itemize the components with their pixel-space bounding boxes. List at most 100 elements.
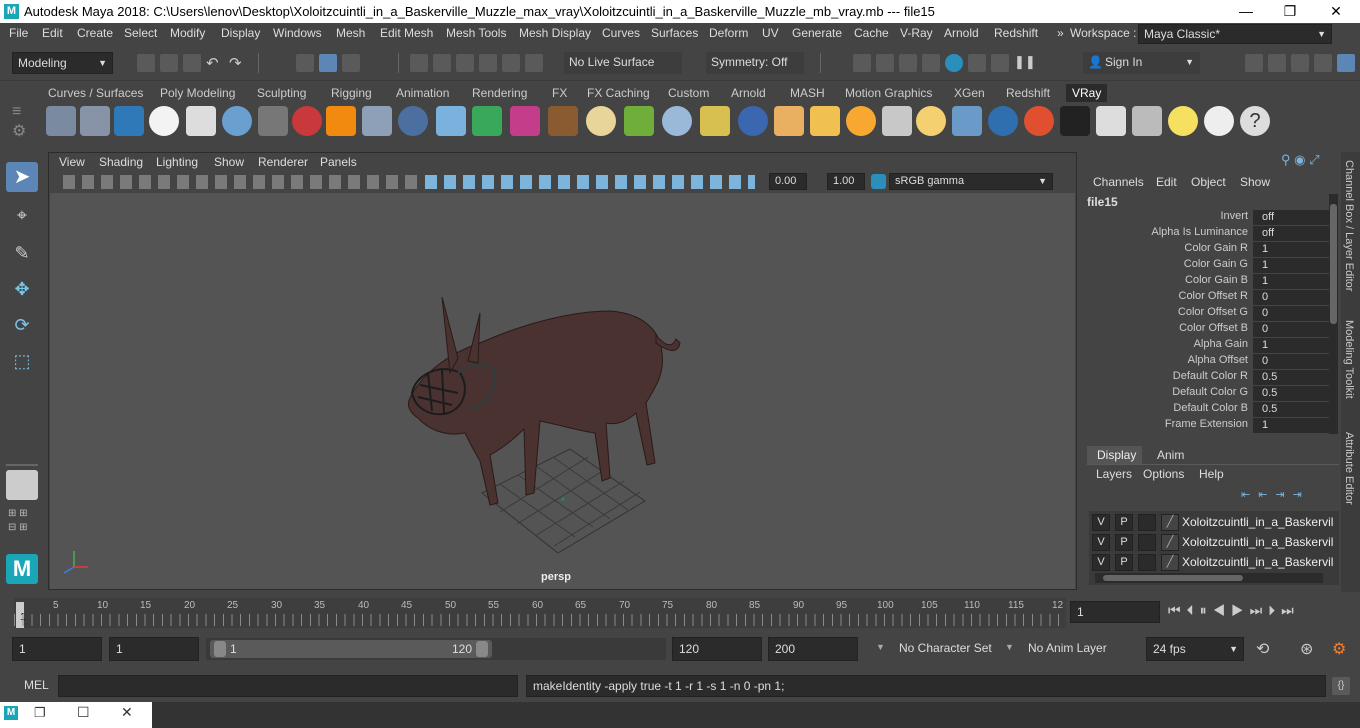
time-slider[interactable]: 1 5 10 15 20 25 30 35 40 45 50 55 60 65 … <box>0 596 1360 632</box>
menu-file[interactable]: File <box>9 26 28 40</box>
layer-type-toggle[interactable] <box>1138 514 1156 531</box>
layer-horizontal-scrollbar[interactable] <box>1095 573 1323 583</box>
vray-dome-light-icon[interactable] <box>222 106 252 136</box>
layer-name[interactable]: Xoloitzcuintli_in_a_Baskervil <box>1182 555 1333 569</box>
animation-preferences-icon[interactable]: ⚙ <box>1332 639 1346 659</box>
vray-ies-light-icon[interactable] <box>472 106 502 136</box>
layer-visibility-toggle[interactable]: V <box>1092 514 1110 531</box>
attribute-value[interactable]: 0 <box>1253 290 1333 305</box>
vray-light-cone-icon[interactable] <box>810 106 840 136</box>
layer-type-toggle[interactable] <box>1138 554 1156 571</box>
attribute-row[interactable]: Color Gain B 1 <box>1083 274 1333 290</box>
layer-menu-help[interactable]: Help <box>1199 467 1224 481</box>
menu-curves[interactable]: Curves <box>602 26 640 40</box>
render-settings-icon[interactable] <box>853 54 871 72</box>
viewport-menu-show[interactable]: Show <box>214 155 244 169</box>
attribute-value[interactable]: 0 <box>1253 306 1333 321</box>
layer-tab-display[interactable]: Display <box>1087 446 1142 464</box>
chevron-down-icon[interactable]: ▼ <box>876 642 885 652</box>
vray-sun-icon[interactable] <box>846 106 876 136</box>
animation-start-field[interactable]: 1 <box>12 637 102 661</box>
snap-view-icon[interactable] <box>479 54 497 72</box>
side-tab-modeling-toolkit[interactable]: Modeling Toolkit <box>1343 320 1355 399</box>
side-tab-channel-box[interactable]: Channel Box / Layer Editor <box>1343 160 1355 291</box>
vray-curve-icon[interactable] <box>700 106 730 136</box>
vray-frame-buffer-icon[interactable] <box>968 54 986 72</box>
tool-settings-icon[interactable] <box>1291 54 1309 72</box>
current-frame-field[interactable]: 1 <box>1070 601 1160 623</box>
snap-curve-icon[interactable] <box>433 54 451 72</box>
layer-type-toggle[interactable] <box>1138 534 1156 551</box>
character-set-field[interactable]: No Character Set <box>893 637 997 661</box>
attribute-row[interactable]: Color Gain R 1 <box>1083 242 1333 258</box>
snap-vertex-icon[interactable] <box>525 54 543 72</box>
channel-box-icon[interactable] <box>1314 54 1332 72</box>
minimized-window[interactable]: M ❐ ☐ ✕ <box>0 702 152 728</box>
save-scene-icon[interactable] <box>183 54 201 72</box>
menu-arnold[interactable]: Arnold <box>944 26 979 40</box>
vray-bulb-icon[interactable] <box>1168 106 1198 136</box>
vray-object-properties-icon[interactable] <box>114 106 144 136</box>
menu-surfaces[interactable]: Surfaces <box>651 26 698 40</box>
menu-edit[interactable]: Edit <box>42 26 63 40</box>
layout-presets-icon[interactable]: ⊞ ⊞ ⊟ ⊞ <box>8 507 36 537</box>
open-scene-icon[interactable] <box>160 54 178 72</box>
channel-menu-edit[interactable]: Edit <box>1156 175 1177 189</box>
ipr-render-icon[interactable] <box>899 54 917 72</box>
color-management-icon[interactable] <box>871 174 886 189</box>
vray-log-icon[interactable] <box>186 106 216 136</box>
camera-tools-icons[interactable] <box>63 175 423 189</box>
attribute-value[interactable]: off <box>1253 226 1333 241</box>
modeling-toolkit-icon[interactable] <box>1245 54 1263 72</box>
attribute-value[interactable]: off <box>1253 210 1333 225</box>
menu-create[interactable]: Create <box>77 26 113 40</box>
viewport-menu-view[interactable]: View <box>59 155 85 169</box>
vray-rect-light-icon[interactable] <box>952 106 982 136</box>
select-hierarchy-icon[interactable] <box>296 54 314 72</box>
animation-end-field[interactable]: 200 <box>768 637 858 661</box>
single-view-layout-icon[interactable] <box>6 470 38 500</box>
vray-render-icon[interactable] <box>945 54 963 72</box>
workspace-dropdown[interactable]: Maya Classic* ▼ <box>1138 24 1332 44</box>
snap-grid-icon[interactable] <box>410 54 428 72</box>
attribute-row[interactable]: Color Offset R 0 <box>1083 290 1333 306</box>
live-surface-field[interactable]: No Live Surface <box>564 52 682 74</box>
menu-deform[interactable]: Deform <box>709 26 748 40</box>
select-component-icon[interactable] <box>342 54 360 72</box>
layer-visibility-toggle[interactable]: V <box>1092 534 1110 551</box>
layer-editor-icon[interactable] <box>1337 54 1355 72</box>
scale-tool-icon[interactable]: ⬚ <box>6 346 38 376</box>
attribute-row[interactable]: Frame Extension 1 <box>1083 418 1333 434</box>
sign-in-button[interactable]: 👤 Sign In ▼ <box>1083 52 1200 74</box>
playback-controls[interactable]: ⏮⏴⏸◀▶⏭⏵⏭ <box>1168 602 1358 622</box>
vray-globe-icon[interactable] <box>738 106 768 136</box>
vray-star-light-icon[interactable] <box>916 106 946 136</box>
auto-key-icon[interactable]: ⊛ <box>1300 639 1313 659</box>
paint-select-tool-icon[interactable]: ✎ <box>6 238 38 268</box>
minimize-button[interactable]: — <box>1232 2 1260 20</box>
redo-icon[interactable]: ↷ <box>229 54 247 72</box>
symmetry-field[interactable]: Symmetry: Off <box>706 52 804 74</box>
layer-name[interactable]: Xoloitzcuintli_in_a_Baskervil <box>1182 515 1333 529</box>
close-button[interactable]: ✕ <box>1322 2 1350 20</box>
playback-end-field[interactable]: 120 <box>672 637 762 661</box>
attribute-row[interactable]: Color Gain G 1 <box>1083 258 1333 274</box>
menu-generate[interactable]: Generate <box>792 26 842 40</box>
help-icon[interactable]: ? <box>1240 106 1270 136</box>
side-tab-attribute-editor[interactable]: Attribute Editor <box>1343 432 1355 505</box>
playback-start-field[interactable]: 1 <box>109 637 199 661</box>
shelf-tab-animation[interactable]: Animation <box>396 86 449 100</box>
attribute-value[interactable]: 1 <box>1253 258 1333 273</box>
move-tool-icon[interactable]: ✥ <box>6 274 38 304</box>
attribute-value[interactable]: 1 <box>1253 274 1333 289</box>
attribute-value[interactable]: 1 <box>1253 338 1333 353</box>
scrollbar-thumb[interactable] <box>1330 204 1337 324</box>
vray-flag-icon[interactable] <box>1024 106 1054 136</box>
menu-set-dropdown[interactable]: Modeling ▼ <box>12 52 113 74</box>
vray-ball-icon[interactable] <box>988 106 1018 136</box>
menu-mesh-display[interactable]: Mesh Display <box>519 26 591 40</box>
menu-mesh-tools[interactable]: Mesh Tools <box>446 26 506 40</box>
attribute-value[interactable]: 0.5 <box>1253 386 1333 401</box>
vray-spot-light-icon[interactable] <box>436 106 466 136</box>
time-ruler[interactable]: 1 5 10 15 20 25 30 35 40 45 50 55 60 65 … <box>14 598 1066 628</box>
